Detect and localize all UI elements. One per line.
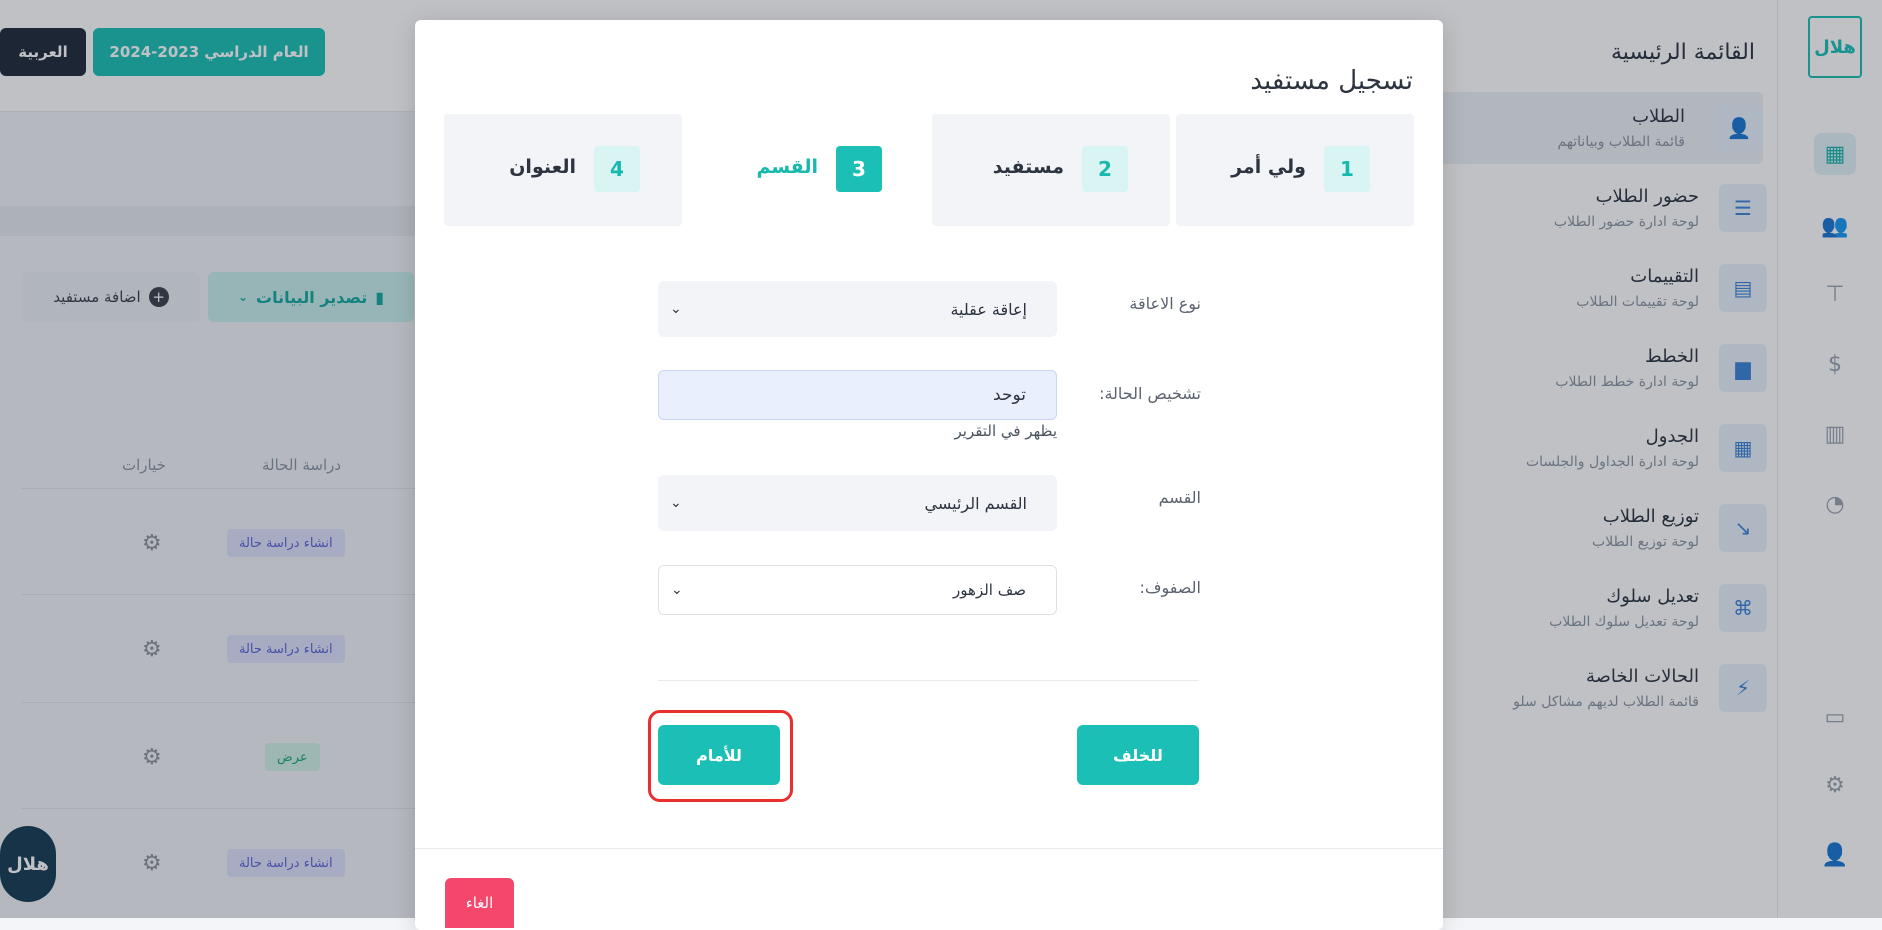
step-label: العنوان	[509, 156, 576, 178]
step-address[interactable]: 4 العنوان	[444, 114, 682, 226]
diagnosis-value: توحد	[993, 385, 1026, 405]
chevron-down-icon: ⌄	[670, 495, 682, 511]
disability-type-select[interactable]: إعاقة عقلية ⌄	[658, 281, 1057, 337]
step-number: 1	[1324, 146, 1370, 192]
classes-value: صف الزهور	[953, 581, 1026, 599]
chevron-down-icon: ⌄	[671, 582, 683, 598]
next-button-highlight	[648, 710, 793, 802]
department-value: القسم الرئيسي	[925, 494, 1027, 513]
background-page: العربية العام الدراسي 2023-2024 + اضافة …	[0, 0, 1882, 918]
step-number: 4	[594, 146, 640, 192]
disability-type-value: إعاقة عقلية	[950, 300, 1027, 319]
modal-footer-divider	[415, 848, 1443, 849]
modal-title: تسجيل مستفيد	[1250, 66, 1413, 96]
step-number: 2	[1082, 146, 1128, 192]
step-guardian[interactable]: 1 ولي أمر	[1176, 114, 1414, 226]
register-beneficiary-modal: تسجيل مستفيد 1 ولي أمر 2 مستفيد 3 القسم …	[415, 20, 1443, 930]
diagnosis-input[interactable]: توحد	[658, 370, 1057, 420]
diagnosis-label: تشخيص الحالة:	[1099, 384, 1201, 403]
diagnosis-hint: يظهر في التقرير	[657, 422, 1057, 440]
step-label: مستفيد	[993, 156, 1064, 178]
back-button[interactable]: للخلف	[1077, 725, 1199, 785]
classes-label: الصفوف:	[1139, 578, 1201, 597]
step-label: ولي أمر	[1231, 156, 1306, 178]
step-department[interactable]: 3 القسم	[688, 114, 926, 226]
form-divider	[658, 680, 1199, 681]
classes-select[interactable]: صف الزهور ⌄	[658, 565, 1057, 615]
step-number: 3	[836, 146, 882, 192]
department-label: القسم	[1159, 488, 1201, 507]
disability-type-label: نوع الاعاقة	[1129, 294, 1201, 313]
chevron-down-icon: ⌄	[670, 301, 682, 317]
cancel-button[interactable]: الغاء	[445, 878, 514, 928]
step-label: القسم	[756, 156, 818, 178]
step-beneficiary[interactable]: 2 مستفيد	[932, 114, 1170, 226]
department-select[interactable]: القسم الرئيسي ⌄	[658, 475, 1057, 531]
